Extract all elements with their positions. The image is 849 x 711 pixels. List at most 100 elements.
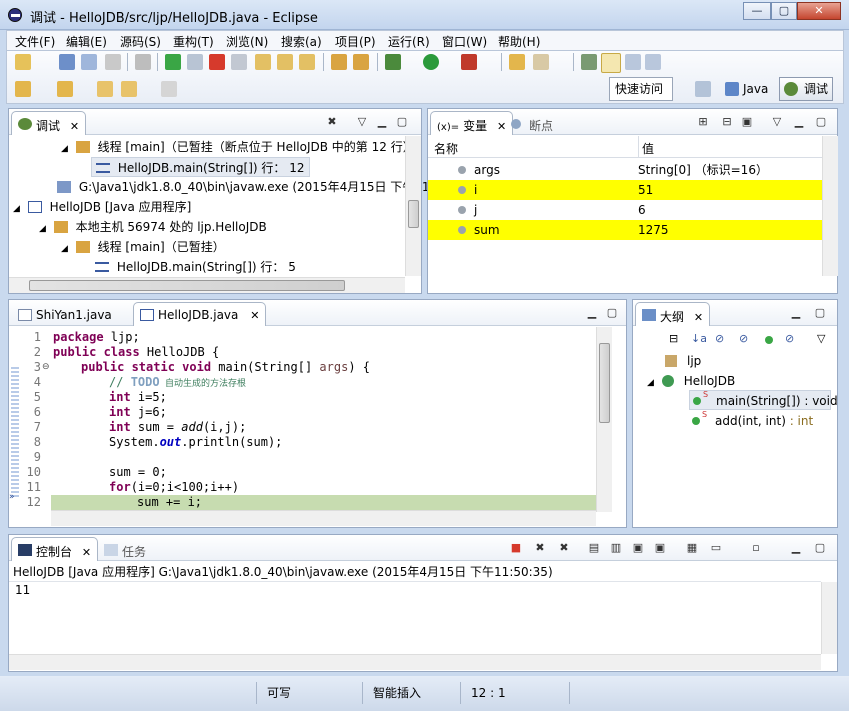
collapse-all-icon[interactable]: ⊟ [720, 116, 734, 128]
outline-item-add[interactable]: S add(int, int) : int [689, 410, 813, 431]
maximize-view-icon[interactable]: ▢ [605, 307, 619, 319]
view-menu-icon[interactable]: ▽ [355, 116, 369, 128]
remove-launch-icon[interactable]: ✖ [533, 542, 547, 554]
variables-vertical-scrollbar[interactable] [822, 136, 838, 276]
console-vertical-scrollbar[interactable] [821, 582, 837, 654]
terminate-icon[interactable]: ■ [509, 542, 523, 554]
clear-console-icon[interactable]: ▤ [587, 542, 601, 554]
menu-help[interactable]: 帮助(H) [498, 33, 540, 50]
column-value[interactable]: 值 [642, 140, 654, 157]
outline-item-class[interactable]: ◢ HelloJDB [647, 371, 735, 391]
menu-source[interactable]: 源码(S) [120, 33, 161, 50]
display-console-icon[interactable]: ▭ [709, 542, 723, 554]
maximize-button[interactable]: ▢ [771, 2, 797, 20]
table-row[interactable]: args String[0] （标识=16） [428, 160, 822, 180]
tab-shiyan1-java[interactable]: ShiYan1.java [11, 302, 119, 326]
table-row[interactable]: sum 1275 [428, 220, 822, 240]
maximize-view-icon[interactable]: ▢ [813, 307, 827, 319]
console-output[interactable]: 11 [15, 580, 30, 600]
sort-icon[interactable]: ↓a [691, 332, 707, 345]
layout-icon[interactable]: ▣ [740, 116, 754, 128]
step-return-icon[interactable] [299, 54, 315, 70]
column-name[interactable]: 名称 [434, 140, 458, 157]
tab-variables[interactable]: (x)= 变量 ✕ [430, 111, 514, 135]
show-on-stderr-icon[interactable]: ▣ [653, 542, 667, 554]
print-icon[interactable] [105, 54, 121, 70]
maximize-view-icon[interactable]: ▢ [395, 116, 409, 128]
menu-navigate[interactable]: 浏览(N) [226, 33, 268, 50]
save-icon[interactable] [59, 54, 75, 70]
terminate-icon[interactable] [209, 54, 225, 70]
code-area[interactable]: package ljp; public class HelloJDB { pub… [51, 327, 596, 512]
remove-all-terminated-icon[interactable]: ✖ [557, 542, 571, 554]
table-row[interactable]: i 51 [428, 180, 822, 200]
tab-console[interactable]: 控制台 ✕ [11, 537, 99, 561]
perspective-debug[interactable]: 调试 [779, 77, 833, 101]
open-folder-icon[interactable] [509, 54, 525, 70]
table-row[interactable]: j 6 [428, 200, 822, 220]
fold-icon[interactable]: ⊖ [42, 362, 50, 372]
menu-run[interactable]: 运行(R) [388, 33, 430, 50]
view-menu-icon[interactable]: ▽ [817, 332, 825, 345]
pin-console-icon[interactable]: ▦ [685, 542, 699, 554]
toggle-mark-occurrences-icon[interactable] [581, 54, 597, 70]
debug-horizontal-scrollbar[interactable] [9, 277, 405, 293]
tab-tasks[interactable]: 任务 [97, 537, 153, 561]
tab-debug[interactable]: 调试 ✕ [11, 111, 87, 135]
menu-edit[interactable]: 编辑(E) [66, 33, 107, 50]
menu-file[interactable]: 文件(F) [15, 33, 55, 50]
run-icon[interactable] [423, 54, 439, 70]
tree-item-stack-frame[interactable]: HelloJDB.main(String[]) 行： 5 [91, 257, 296, 277]
tab-hellojdb-java[interactable]: HelloJDB.java ✕ [133, 302, 267, 326]
minimize-view-icon[interactable]: ▁ [789, 542, 803, 554]
hide-local-types-icon[interactable]: ⊘ [785, 332, 794, 345]
close-tab-icon[interactable]: ✕ [250, 309, 259, 322]
external-tools-icon[interactable] [461, 54, 477, 70]
maximize-view-icon[interactable]: ▢ [813, 542, 827, 554]
tree-item-stack-frame-selected[interactable]: HelloJDB.main(String[]) 行： 12 [91, 157, 310, 177]
quick-access-input[interactable]: 快速访问 [609, 77, 673, 101]
show-type-names-icon[interactable]: ⊞ [696, 116, 710, 128]
perspective-java[interactable]: Java [723, 77, 768, 101]
minimize-view-icon[interactable]: ▁ [792, 116, 806, 128]
suspend-icon[interactable] [187, 54, 203, 70]
view-menu-icon[interactable]: ▽ [770, 116, 784, 128]
step-into-icon[interactable] [255, 54, 271, 70]
block-selection-icon[interactable] [625, 54, 641, 70]
next-annotation-icon[interactable] [15, 81, 31, 97]
last-edit-location-icon[interactable] [97, 81, 113, 97]
minimize-button[interactable]: — [743, 2, 771, 20]
close-tab-icon[interactable]: ✕ [694, 311, 703, 324]
menu-search[interactable]: 搜索(a) [281, 33, 322, 50]
use-step-filters-icon[interactable] [353, 54, 369, 70]
remove-all-terminated-icon[interactable]: ✖ [325, 116, 339, 128]
close-button[interactable]: ✕ [797, 2, 841, 20]
debug-vertical-scrollbar[interactable] [405, 136, 421, 276]
tree-item-thread-2[interactable]: ◢ 线程 [main]（已暂挂） [61, 237, 225, 257]
minimize-view-icon[interactable]: ▁ [585, 307, 599, 319]
console-horizontal-scrollbar[interactable] [9, 654, 821, 670]
step-over-icon[interactable] [277, 54, 293, 70]
close-tab-icon[interactable]: ✕ [70, 120, 79, 133]
editor-horizontal-scrollbar[interactable] [51, 510, 596, 526]
drop-to-frame-icon[interactable] [331, 54, 347, 70]
prev-annotation-icon[interactable] [57, 81, 73, 97]
tab-breakpoints[interactable]: 断点 [504, 111, 560, 135]
forward-icon[interactable] [161, 81, 177, 97]
menu-window[interactable]: 窗口(W) [442, 33, 487, 50]
scroll-lock-icon[interactable]: ▥ [609, 542, 623, 554]
disconnect-icon[interactable] [231, 54, 247, 70]
open-perspective-icon[interactable] [695, 81, 711, 97]
show-whitespace-icon[interactable] [645, 54, 661, 70]
outline-item-package[interactable]: ljp [665, 351, 701, 371]
minimize-view-icon[interactable]: ▁ [375, 116, 389, 128]
minimize-view-icon[interactable]: ▁ [789, 307, 803, 319]
editor-vertical-scrollbar[interactable] [596, 327, 612, 512]
save-all-icon[interactable] [81, 54, 97, 70]
open-console-icon[interactable]: ▫ [749, 542, 763, 554]
debug-icon[interactable] [385, 54, 401, 70]
new-wizard-icon[interactable] [15, 54, 31, 70]
hide-non-public-icon[interactable] [765, 336, 773, 344]
show-on-stdout-icon[interactable]: ▣ [631, 542, 645, 554]
skip-breakpoints-icon[interactable] [135, 54, 151, 70]
